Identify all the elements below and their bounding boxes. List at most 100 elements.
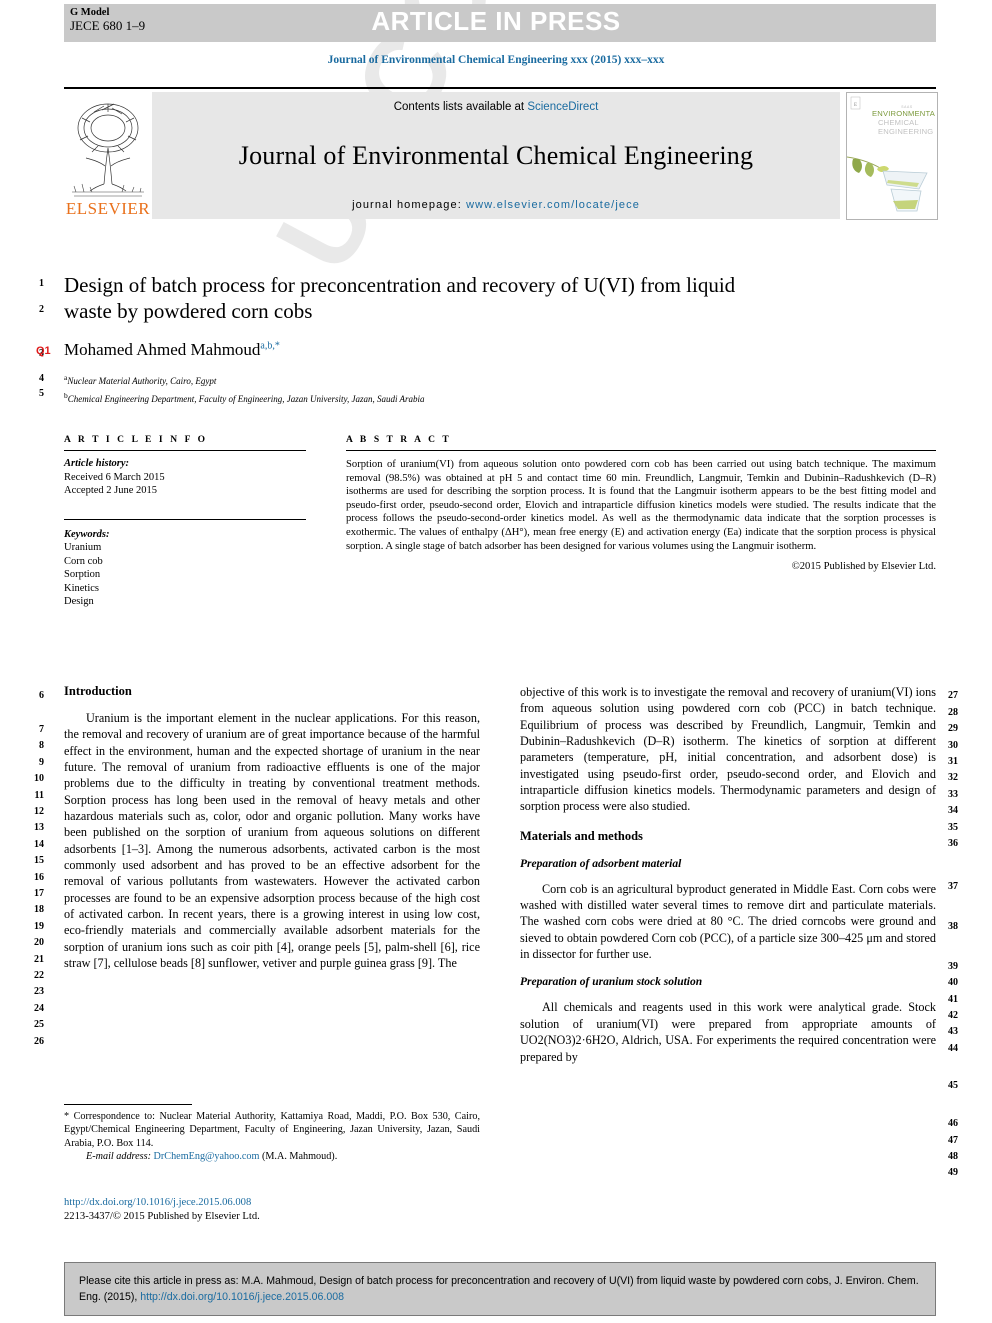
doi-issn-block: http://dx.doi.org/10.1016/j.jece.2015.06…: [64, 1196, 494, 1224]
elsevier-logo: ELSEVIER: [64, 92, 152, 219]
body-column-right: objective of this work is to investigate…: [520, 684, 936, 1065]
keywords-group: Keywords: Uranium Corn cob Sorption Kine…: [64, 528, 306, 609]
email-line: E-mail address: DrChemEng@yahoo.com (M.A…: [64, 1151, 480, 1162]
line-number: 44: [948, 1043, 958, 1054]
keyword-item: Design: [64, 596, 94, 607]
homepage-url[interactable]: www.elsevier.com/locate/jece: [466, 199, 640, 211]
line-number: 11: [34, 790, 44, 801]
elsevier-tree-icon: ELSEVIER: [66, 103, 150, 218]
svg-text:E: E: [854, 103, 857, 108]
line-number: 17: [34, 888, 44, 899]
keywords-label: Keywords:: [64, 528, 110, 540]
subsection-heading-preparation-of-uranium-stock-solution: Preparation of uranium stock solution: [520, 976, 703, 989]
line-number: 42: [948, 1010, 958, 1021]
cite-this-article-box: Please cite this article in press as: M.…: [64, 1262, 936, 1316]
line-number: 35: [948, 822, 958, 833]
line-number: 39: [948, 961, 958, 972]
title-block: Design of batch process for preconcentra…: [64, 272, 764, 405]
line-number: 12: [34, 806, 44, 817]
line-number: 21: [34, 954, 44, 965]
article-history-label: Article history:: [64, 458, 130, 469]
journal-title: Journal of Environmental Chemical Engine…: [238, 141, 754, 170]
line-number: 34: [948, 805, 958, 816]
article-history-group: Article history: Received 6 March 2015 A…: [64, 457, 306, 514]
page-title: Design of batch process for preconcentra…: [64, 273, 736, 323]
email-link[interactable]: DrChemEng@yahoo.com: [154, 1151, 260, 1162]
affiliation-text: Nuclear Material Authority, Cairo, Egypt: [67, 376, 217, 386]
keyword-item: Sorption: [64, 569, 101, 580]
divider: [64, 450, 306, 451]
line-number: 5: [39, 388, 44, 399]
affiliation-item: bChemical Engineering Department, Facult…: [64, 390, 764, 406]
svg-text:ENVIRONMENTAL: ENVIRONMENTAL: [872, 109, 935, 118]
query-badge-q1[interactable]: Q1: [36, 345, 51, 357]
line-number: 29: [948, 723, 958, 734]
footnote-divider: [64, 1104, 192, 1105]
line-number: 20: [34, 937, 44, 948]
author-affiliation-markers: a,b,*: [260, 340, 280, 352]
line-number: 26: [34, 1036, 44, 1047]
paragraph-introduction: Uranium is the important element in the …: [64, 711, 480, 971]
keyword-item: Uranium: [64, 542, 102, 553]
line-number: 31: [948, 756, 958, 767]
journal-cover-image: E SAAS ENVIRONMENTAL CHEMICAL ENGINEERIN…: [847, 93, 937, 217]
divider: [64, 518, 306, 520]
abstract-column: A B S T R A C T Sorption of uranium(VI) …: [346, 435, 936, 609]
line-number: 43: [948, 1026, 958, 1037]
article-info-heading: A R T I C L E I N F O: [64, 435, 208, 445]
article-info-column: A R T I C L E I N F O Article history: R…: [64, 435, 306, 609]
line-number: 36: [948, 838, 958, 849]
author-line: Mohamed Ahmed Mahmouda,b,*: [64, 340, 764, 360]
line-number: 9: [39, 757, 44, 768]
email-owner: (M.A. Mahmoud).: [261, 1151, 338, 1163]
line-number: 32: [948, 772, 958, 783]
svg-text:ELSEVIER: ELSEVIER: [66, 199, 150, 218]
journal-masthead: ELSEVIER Contents lists available at Sci…: [64, 87, 938, 220]
line-number: 14: [34, 839, 44, 850]
affiliations-list: aNuclear Material Authority, Cairo, Egyp…: [64, 372, 764, 405]
line-number: 47: [948, 1135, 958, 1146]
line-number: 18: [34, 904, 44, 915]
line-number: 41: [948, 994, 958, 1005]
abstract-heading: A B S T R A C T: [346, 435, 452, 445]
line-number: 33: [948, 789, 958, 800]
paragraph-stock-solution: All chemicals and reagents used in this …: [520, 1000, 936, 1064]
section-heading-materials-and-methods: Materials and methods: [520, 828, 643, 843]
paragraph-objective: objective of this work is to investigate…: [520, 685, 936, 814]
body-columns: Introduction Uranium is the important el…: [64, 684, 936, 1065]
section-heading-introduction: Introduction: [64, 684, 132, 698]
line-number: 4: [39, 373, 44, 384]
correspondence-footnote: * Correspondence to: Nuclear Material Au…: [64, 1104, 480, 1162]
affiliation-text: Chemical Engineering Department, Faculty…: [67, 393, 425, 404]
line-number: 16: [34, 872, 44, 883]
svg-text:ENGINEERING: ENGINEERING: [878, 127, 933, 136]
line-number: 8: [39, 740, 44, 751]
line-number: 13: [34, 822, 44, 833]
cite-doi-link[interactable]: http://dx.doi.org/10.1016/j.jece.2015.06…: [140, 1291, 344, 1303]
article-history-accepted: Accepted 2 June 2015: [64, 485, 158, 496]
line-number: 40: [948, 977, 958, 988]
sciencedirect-link[interactable]: ScienceDirect: [527, 101, 598, 113]
doi-link[interactable]: http://dx.doi.org/10.1016/j.jece.2015.06…: [64, 1196, 494, 1210]
homepage-label: journal homepage:: [352, 199, 467, 211]
line-number: 46: [948, 1118, 958, 1129]
line-number: 45: [948, 1080, 958, 1091]
author-name: Mohamed Ahmed Mahmoud: [64, 340, 261, 359]
paragraph-adsorbent-preparation: Corn cob is an agricultural byproduct ge…: [520, 881, 936, 962]
line-number: 37: [948, 881, 958, 892]
line-number: 22: [34, 970, 44, 981]
svg-text:CHEMICAL: CHEMICAL: [878, 118, 919, 127]
affiliation-item: aNuclear Material Authority, Cairo, Egyp…: [64, 372, 764, 388]
keyword-item: Kinetics: [64, 582, 99, 594]
line-number: 2: [39, 304, 44, 315]
line-number: 6: [39, 690, 44, 701]
line-number: 24: [34, 1003, 44, 1014]
line-number: 10: [34, 773, 44, 784]
journal-cover-thumbnail: E SAAS ENVIRONMENTAL CHEMICAL ENGINEERIN…: [840, 92, 938, 220]
correspondence-text: * Correspondence to: Nuclear Material Au…: [64, 1111, 480, 1149]
journal-running-head: Journal of Environmental Chemical Engine…: [327, 54, 665, 66]
email-label: E-mail address:: [86, 1151, 151, 1163]
line-number: 49: [948, 1167, 958, 1178]
line-number: 30: [948, 740, 958, 751]
line-number: 1: [39, 278, 44, 289]
